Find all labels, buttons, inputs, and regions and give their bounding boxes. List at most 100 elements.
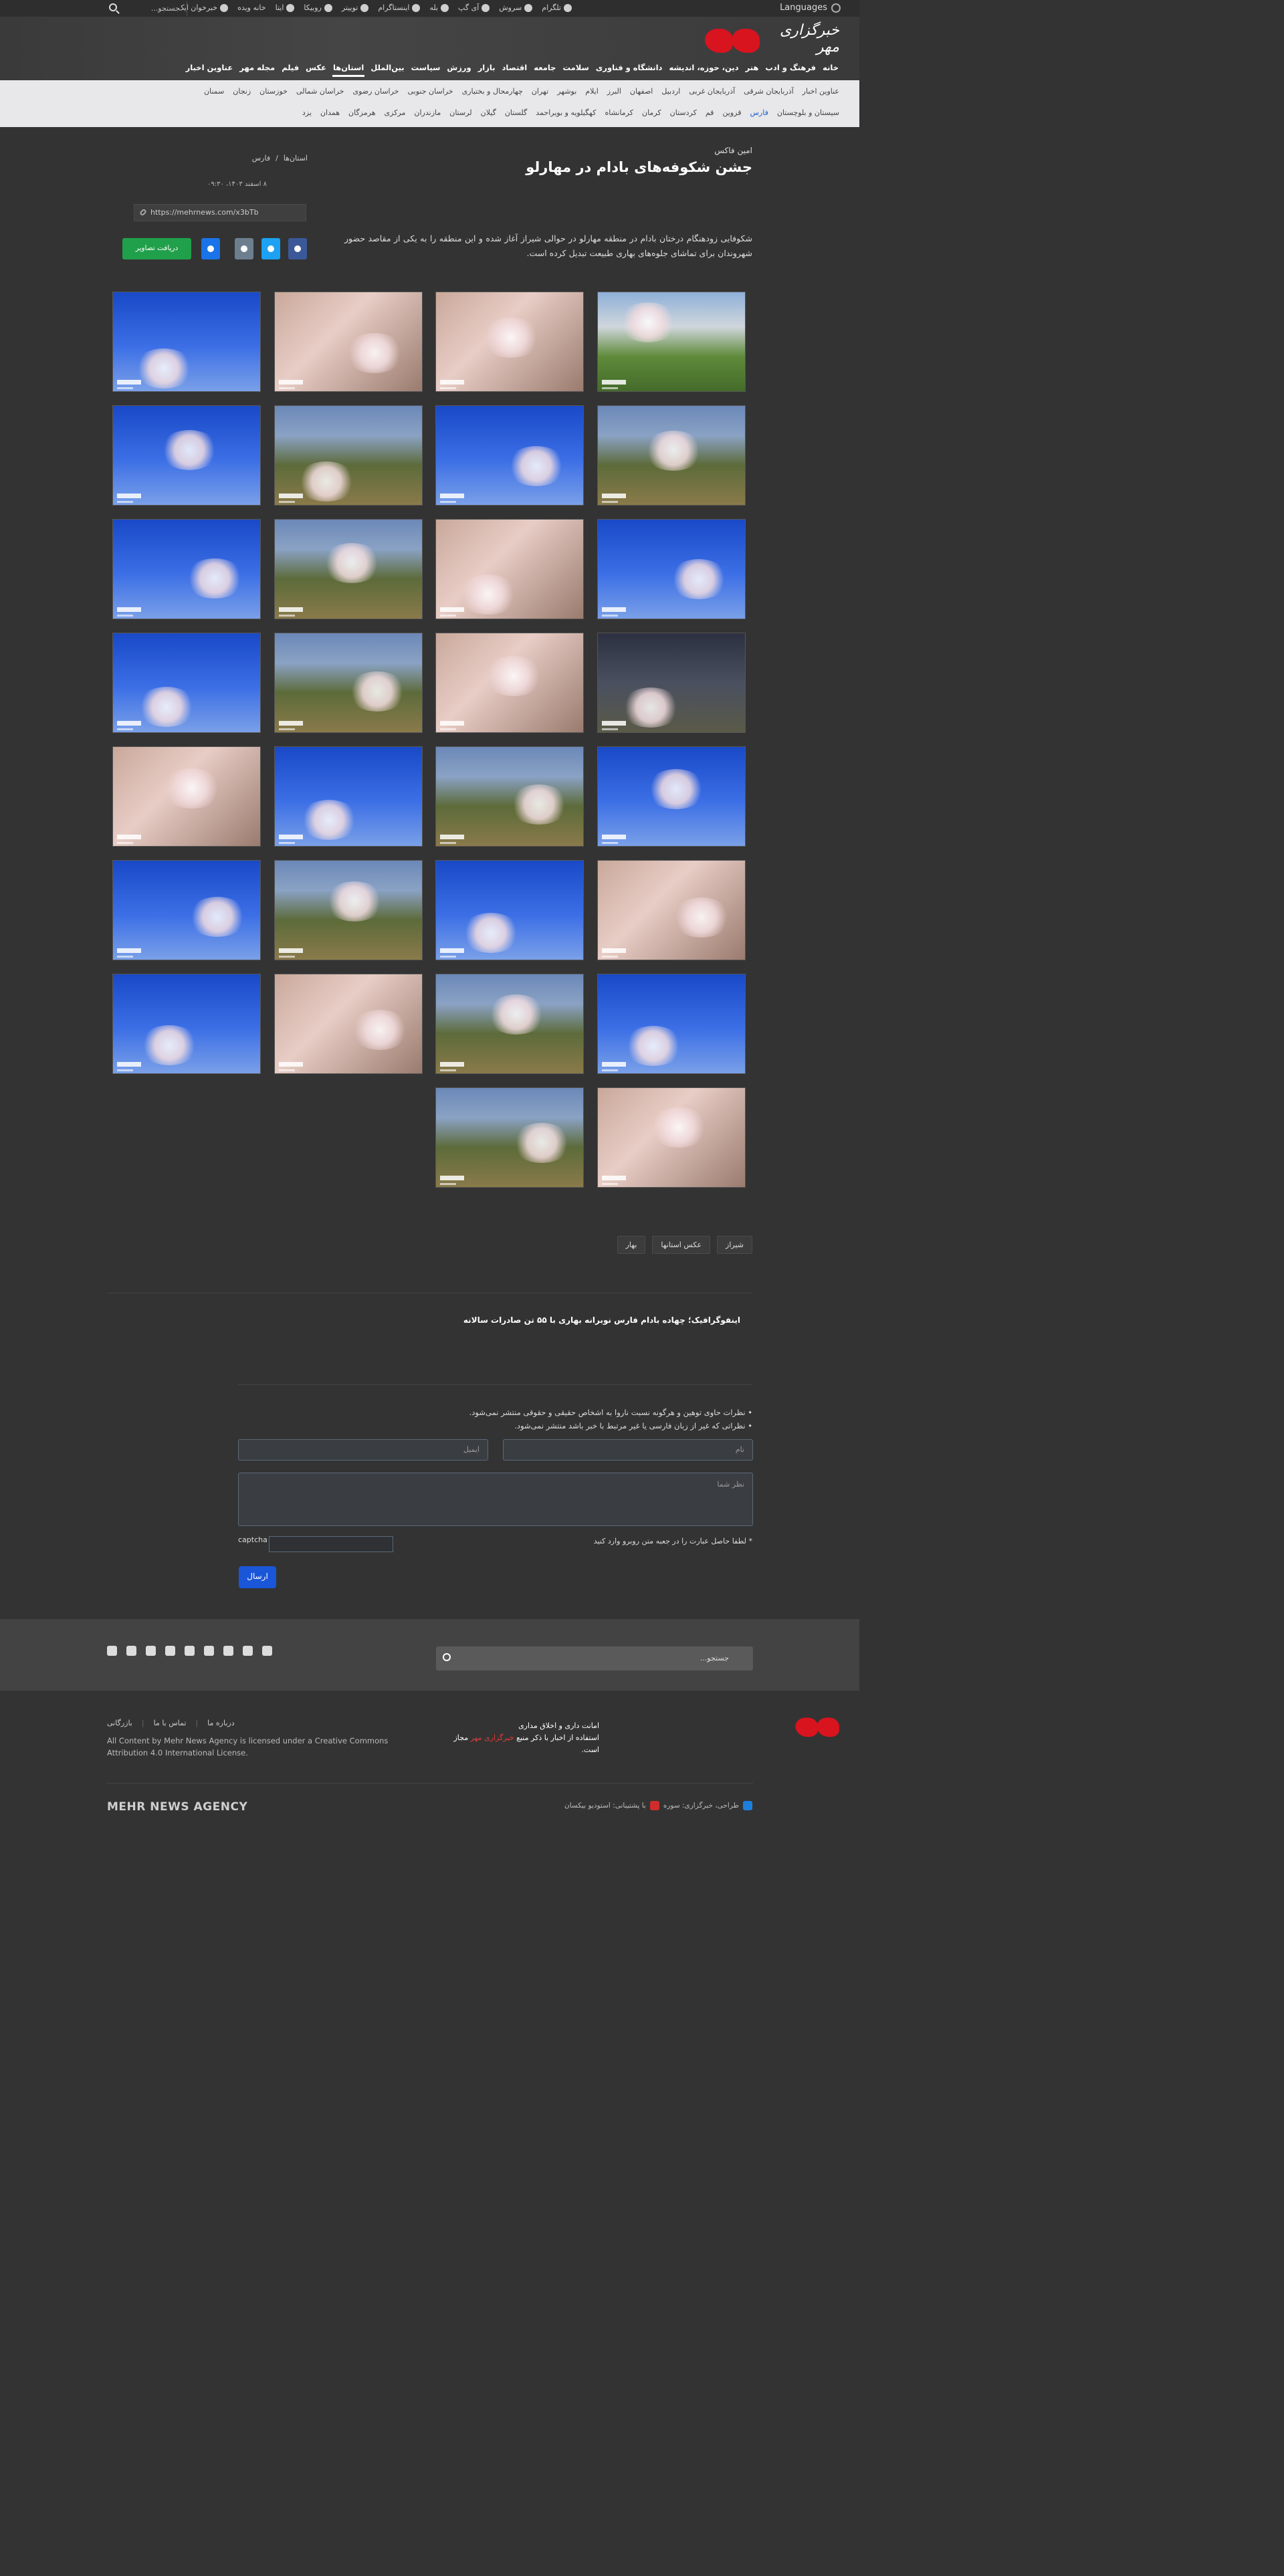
province-link[interactable]: سمنان xyxy=(204,87,224,96)
province-link[interactable]: عناوین اخبار xyxy=(802,87,839,96)
social-link[interactable]: آی گپ xyxy=(458,3,490,12)
telegram-share-button[interactable] xyxy=(235,238,253,259)
footer-search-input[interactable]: جستجو... xyxy=(436,1646,753,1671)
captcha-input[interactable] xyxy=(269,1536,393,1552)
gallery-photo[interactable] xyxy=(274,292,423,392)
gallery-photo[interactable] xyxy=(274,519,423,619)
nav-item[interactable]: عناوین اخبار xyxy=(185,63,234,77)
province-link[interactable]: قزوین xyxy=(722,108,741,117)
telegram-icon[interactable] xyxy=(107,1646,117,1656)
province-link[interactable]: فارس xyxy=(750,108,768,117)
gallery-photo[interactable] xyxy=(597,974,746,1074)
search-icon[interactable] xyxy=(443,1653,451,1661)
gallery-photo[interactable] xyxy=(597,1087,746,1188)
province-link[interactable]: گلستان xyxy=(505,108,527,117)
province-link[interactable]: ایلام xyxy=(585,87,599,96)
province-link[interactable]: تهران xyxy=(532,87,548,96)
nav-item[interactable]: فرهنگ و ادب xyxy=(764,63,817,77)
nav-item[interactable]: سیاست xyxy=(411,63,441,77)
breadcrumb-item[interactable]: فارس xyxy=(252,154,270,163)
province-link[interactable]: البرز xyxy=(607,87,621,96)
province-link[interactable]: کردستان xyxy=(670,108,697,117)
nav-item[interactable]: هنر xyxy=(745,63,760,77)
province-link[interactable]: اصفهان xyxy=(630,87,653,96)
tag-item[interactable]: شیراز xyxy=(717,1236,752,1254)
province-link[interactable]: مرکزی xyxy=(385,108,406,117)
province-link[interactable]: بوشهر xyxy=(557,87,576,96)
province-link[interactable]: کرمانشاه xyxy=(605,108,633,117)
rss-icon[interactable] xyxy=(223,1646,233,1656)
nav-item-active[interactable]: استان‌ها xyxy=(332,63,365,77)
province-link[interactable]: آذربایجان شرقی xyxy=(744,87,793,96)
gallery-photo[interactable] xyxy=(597,860,746,960)
gallery-photo[interactable] xyxy=(274,746,423,847)
social-link[interactable]: ایتا xyxy=(276,3,295,12)
province-link[interactable]: زنجان xyxy=(233,87,251,96)
gallery-photo[interactable] xyxy=(274,405,423,506)
site-logo[interactable]: خبرگزاری مهر xyxy=(704,21,839,56)
instagram-icon[interactable] xyxy=(165,1646,175,1656)
gallery-photo[interactable] xyxy=(112,519,261,619)
province-link[interactable]: خراسان شمالی xyxy=(296,87,344,96)
footer-logo[interactable] xyxy=(726,1713,839,1747)
whatsapp-share-button[interactable] xyxy=(201,238,220,259)
tag-item[interactable]: بهار xyxy=(617,1236,646,1254)
nav-item[interactable]: دانشگاه و فناوری xyxy=(595,63,663,77)
province-link[interactable]: همدان xyxy=(320,108,340,117)
social-link[interactable]: توییتر xyxy=(342,3,369,12)
gallery-photo[interactable] xyxy=(435,519,584,619)
gallery-photo[interactable] xyxy=(112,860,261,960)
nav-item[interactable]: مجله مهر xyxy=(239,63,276,77)
send-comment-button[interactable]: ارسال xyxy=(239,1566,276,1588)
twitter-share-button[interactable] xyxy=(261,238,280,259)
gallery-photo[interactable] xyxy=(597,405,746,506)
nav-item[interactable]: اقتصاد xyxy=(502,63,528,77)
nav-item[interactable]: سلامت xyxy=(562,63,589,77)
nav-item[interactable]: ورزش xyxy=(446,63,471,77)
nav-item[interactable]: بازار xyxy=(477,63,496,77)
facebook-share-button[interactable] xyxy=(288,238,307,259)
gallery-photo[interactable] xyxy=(112,633,261,733)
twitter-icon[interactable] xyxy=(185,1646,195,1656)
nav-item[interactable]: فیلم xyxy=(281,63,300,77)
name-field[interactable]: نام xyxy=(503,1439,753,1461)
province-link[interactable]: آذربایجان غربی xyxy=(689,87,735,96)
province-link[interactable]: قم xyxy=(706,108,714,117)
tag-item[interactable]: عکس استانها xyxy=(652,1236,711,1254)
province-link[interactable]: خراسان جنوبی xyxy=(407,87,453,96)
footer-link[interactable]: درباره ما xyxy=(207,1719,234,1727)
gallery-photo[interactable] xyxy=(112,292,261,392)
soroush-icon[interactable] xyxy=(126,1646,136,1656)
download-pictures-button[interactable]: دریافت تصاویر xyxy=(122,238,191,259)
gallery-photo[interactable] xyxy=(597,292,746,392)
gallery-photo[interactable] xyxy=(435,746,584,847)
eitaa-icon[interactable] xyxy=(204,1646,214,1656)
gallery-photo[interactable] xyxy=(435,633,584,733)
province-link[interactable]: خراسان رضوی xyxy=(352,87,399,96)
province-link[interactable]: هرمزگان xyxy=(348,108,376,117)
related-news-link[interactable]: اینفوگرافیک؛ چهاده بادام فارس نوبرانه به… xyxy=(463,1315,740,1325)
social-link[interactable]: سروش xyxy=(499,3,533,12)
footer-link[interactable]: بازرگانی xyxy=(107,1719,144,1727)
province-link[interactable]: یزد xyxy=(302,108,312,117)
gallery-photo[interactable] xyxy=(597,633,746,733)
nav-item[interactable]: دین، حوزه، اندیشه xyxy=(668,63,739,77)
province-link[interactable]: مازندران xyxy=(414,108,441,117)
footer-link[interactable]: تماس با ما xyxy=(154,1719,199,1727)
province-link[interactable]: سیستان و بلوچستان xyxy=(777,108,839,117)
nav-item[interactable]: خانه xyxy=(822,63,839,77)
gallery-photo[interactable] xyxy=(435,860,584,960)
province-link[interactable]: چهارمحال و بختیاری xyxy=(462,87,523,96)
breadcrumb-item[interactable]: استان‌ها xyxy=(284,154,308,163)
credit-tech[interactable]: با پشتیبانی: استودیو بیکسان xyxy=(564,1802,646,1810)
social-link[interactable]: خانه ویده xyxy=(237,3,266,12)
nav-item[interactable]: بین‌الملل xyxy=(370,63,405,77)
province-link[interactable]: اردبیل xyxy=(661,87,680,96)
province-link[interactable]: کهگیلویه و بویراحمد xyxy=(536,108,596,117)
gallery-photo[interactable] xyxy=(274,633,423,733)
bale-icon[interactable] xyxy=(146,1646,156,1656)
credit-design[interactable]: طراحی، خبرگزاری: سوره xyxy=(663,1802,739,1810)
gallery-photo[interactable] xyxy=(112,974,261,1074)
gallery-photo[interactable] xyxy=(435,292,584,392)
languages-button[interactable]: Languages xyxy=(780,3,841,13)
